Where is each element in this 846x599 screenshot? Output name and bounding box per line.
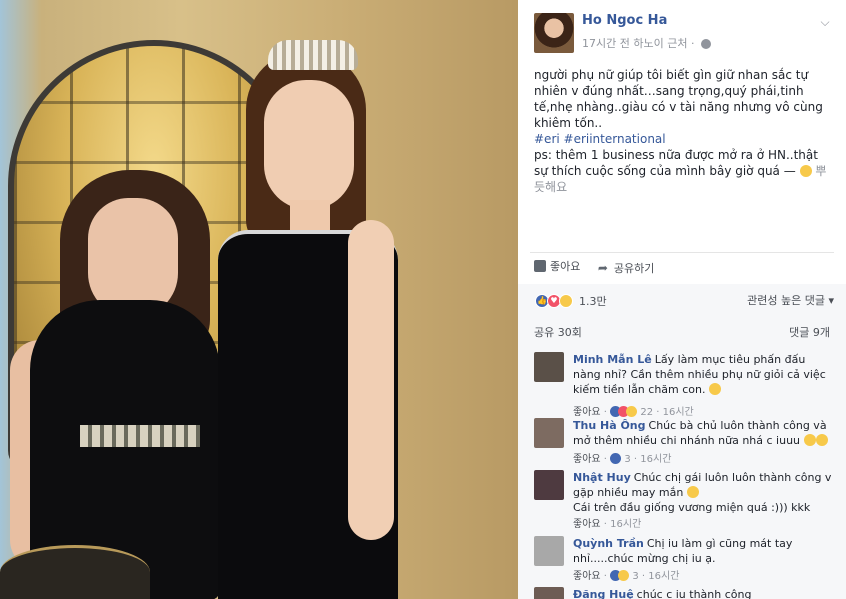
reaction-count[interactable]: 1.3만: [579, 293, 607, 309]
emoji-icon: [803, 434, 816, 446]
comment-like-link[interactable]: 좋아요: [573, 519, 601, 530]
comment-reaction-count[interactable]: 3: [632, 571, 638, 582]
share-button[interactable]: ➦ 공유하기: [598, 260, 654, 276]
commenter-name[interactable]: Minh Mẫn Lê: [573, 353, 652, 366]
smile-icon: [799, 165, 812, 177]
post-meta: 17시간 전 하노이 근처 ·: [582, 35, 711, 51]
author-avatar[interactable]: [534, 13, 574, 53]
post-text-ps-content: ps: thêm 1 business nữa được mở ra ở HN.…: [534, 148, 818, 178]
comment-count[interactable]: 댓글 9개: [789, 324, 830, 340]
comment-time[interactable]: 16시간: [610, 519, 641, 530]
like-label: 좋아요: [550, 260, 581, 273]
commenter-avatar[interactable]: [534, 536, 564, 566]
post-timestamp[interactable]: 17시간 전 하노이 근처 ·: [582, 37, 694, 50]
comment-body: Quỳnh Trần Chị iu làm gì cũng mát tay nhỉ…: [573, 536, 833, 566]
comment-meta: 좋아요 · 22 · 16시간: [573, 406, 694, 418]
comment-like-link[interactable]: 좋아요: [573, 571, 601, 582]
commenter-avatar[interactable]: [534, 470, 564, 500]
commenter-name[interactable]: Thu Hà Ông: [573, 419, 646, 432]
photo-person-right: [198, 40, 408, 599]
comment-meta: 좋아요 · 16시간: [573, 519, 642, 530]
photo-viewer: Ho Ngoc Ha 17시간 전 하노이 근처 · ⌵ người phụ n…: [0, 0, 846, 599]
post-actions: 좋아요 ➦ 공유하기: [534, 258, 668, 278]
author-name[interactable]: Ho Ngoc Ha: [582, 13, 667, 28]
crown: [268, 40, 358, 70]
post-hashtags[interactable]: #eri #eriinternational: [534, 131, 830, 147]
reactions-bar: 👍 ♥ 1.3만 관련성 높은 댓글 ▾: [518, 284, 846, 320]
comment-reaction-count[interactable]: 3: [624, 454, 630, 465]
comment-body: Đăng Huệ chúc c iu thành công: [573, 587, 833, 599]
comment-meta: 좋아요 · 3 · 16시간: [573, 453, 672, 465]
post-text-ps: ps: thêm 1 business nữa được mở ra ở HN.…: [534, 147, 830, 195]
emoji-icon: [815, 434, 828, 446]
post-panel: Ho Ngoc Ha 17시간 전 하노이 근처 · ⌵ người phụ n…: [518, 0, 846, 599]
post-photo[interactable]: [0, 0, 518, 599]
like-reaction-icon: [610, 453, 622, 464]
commenter-avatar[interactable]: [534, 587, 564, 599]
comment-reaction-count[interactable]: 22: [640, 407, 653, 418]
post-text-main: người phụ nữ giúp tôi biết gìn giữ nhan …: [534, 68, 823, 130]
photo-table: [0, 545, 150, 599]
commenter-name[interactable]: Quỳnh Trần: [573, 537, 644, 550]
comment-meta: 좋아요 · 3 · 16시간: [573, 570, 680, 582]
commenter-name[interactable]: Đăng Huệ: [573, 588, 634, 599]
comment-like-link[interactable]: 좋아요: [573, 454, 601, 465]
wow-reaction-icon: [626, 406, 638, 417]
comment-sort-dropdown[interactable]: 관련성 높은 댓글 ▾: [747, 292, 834, 308]
share-comment-counts: 공유 30회 댓글 9개: [518, 320, 846, 346]
share-label: 공유하기: [613, 262, 655, 275]
comment-list: Minh Mẫn Lê Lấy làm mục tiêu phấn đấu nàn…: [518, 346, 846, 599]
comment-time[interactable]: 16시간: [648, 571, 679, 582]
wow-reaction-icon: [618, 570, 630, 581]
commenter-avatar[interactable]: [534, 352, 564, 382]
haha-reaction-icon: [559, 294, 573, 308]
commenter-name[interactable]: Nhật Huy: [573, 471, 631, 484]
reaction-summary[interactable]: 👍 ♥ 1.3만: [535, 293, 607, 309]
divider: [530, 252, 834, 253]
comment-body: Minh Mẫn Lê Lấy làm mục tiêu phấn đấu nàn…: [573, 352, 833, 397]
comment-like-link[interactable]: 좋아요: [573, 407, 601, 418]
comment-text-line-2: Cái trên đầu giống vương miện quá :))) k…: [573, 501, 811, 514]
post-header: Ho Ngoc Ha 17시간 전 하노이 근처 · ⌵: [534, 13, 834, 53]
comment-body: Thu Hà Ông Chúc bà chủ luôn thành công và…: [573, 418, 833, 448]
post-body: người phụ nữ giúp tôi biết gìn giữ nhan …: [534, 67, 830, 195]
comment-time[interactable]: 16시간: [640, 454, 671, 465]
globe-icon[interactable]: [700, 39, 711, 49]
comment-body: Nhật Huy Chúc chị gái luôn luôn thành côn…: [573, 470, 833, 515]
share-arrow-icon: ➦: [597, 261, 608, 275]
share-count[interactable]: 공유 30회: [534, 324, 582, 340]
thumbs-up-icon: [534, 260, 546, 272]
comment-time[interactable]: 16시간: [663, 407, 694, 418]
photo-person-left: [10, 170, 230, 599]
emoji-icon: [709, 383, 721, 395]
emoji-icon: [686, 486, 699, 498]
like-button[interactable]: 좋아요: [534, 258, 580, 274]
comment-text: chúc c iu thành công: [636, 588, 752, 599]
chevron-down-icon[interactable]: ⌵: [818, 15, 832, 29]
commenter-avatar[interactable]: [534, 418, 564, 448]
